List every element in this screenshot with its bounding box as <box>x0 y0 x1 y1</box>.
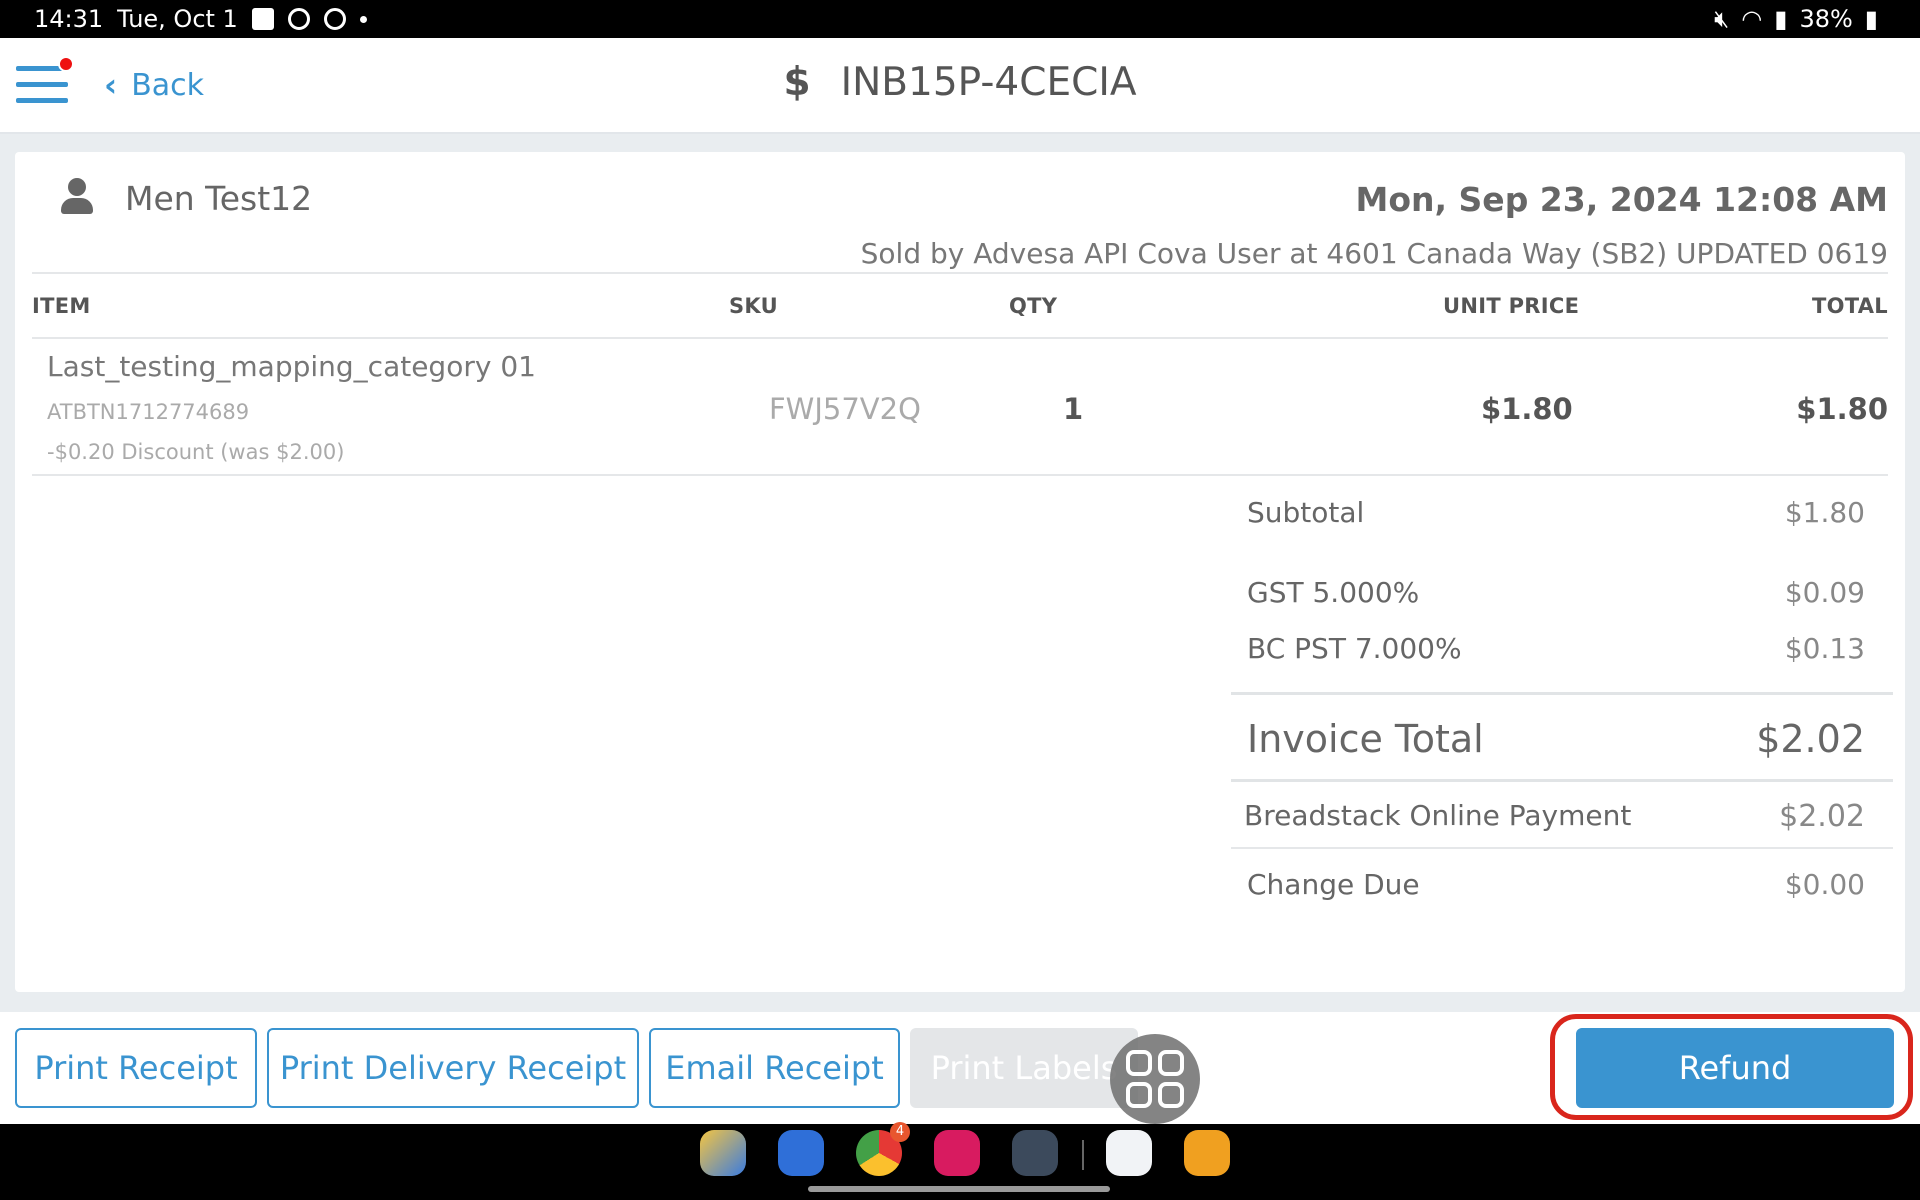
print-labels-button[interactable]: Print Labels <box>910 1028 1138 1108</box>
invoice-number: INB15P-4CECIA <box>840 60 1137 105</box>
subtotal-label: Subtotal <box>1247 496 1365 529</box>
battery-level: 38% <box>1799 5 1853 33</box>
payment-value: $2.02 <box>1779 799 1865 834</box>
column-header-unit-price: UNIT PRICE <box>1443 294 1580 318</box>
print-delivery-receipt-button[interactable]: Print Delivery Receipt <box>267 1028 639 1108</box>
dock-separator <box>1082 1140 1084 1170</box>
invoice-card: Men Test12 Mon, Sep 23, 2024 12:08 AM So… <box>15 152 1905 992</box>
column-header-sku: SKU <box>729 294 778 318</box>
customer-info: Men Test12 <box>61 178 312 218</box>
person-icon <box>61 178 93 218</box>
column-header-total: TOTAL <box>1811 294 1888 318</box>
invoice-total-label: Invoice Total <box>1247 717 1484 761</box>
messages-app-icon[interactable] <box>778 1130 824 1176</box>
change-due-value: $0.00 <box>1784 868 1865 901</box>
gst-label: GST 5.000% <box>1247 576 1420 609</box>
signal-icon: ▮ <box>1774 5 1788 33</box>
item-code: ATBTN1712774689 <box>47 400 250 424</box>
divider <box>32 474 1888 476</box>
item-unit-price: $1.80 <box>1481 392 1573 426</box>
status-time: 14:31 <box>34 5 104 33</box>
subtotal-value: $1.80 <box>1784 496 1865 529</box>
print-receipt-button[interactable]: Print Receipt <box>15 1028 257 1108</box>
battery-icon: ▮ <box>1864 5 1878 33</box>
change-due-label: Change Due <box>1247 868 1420 901</box>
gallery-icon <box>251 8 274 30</box>
item-name: Last_testing_mapping_category 01 <box>47 350 536 383</box>
delivery-app-icon[interactable] <box>1184 1130 1230 1176</box>
item-discount: -$0.20 Discount (was $2.00) <box>47 440 345 464</box>
page-title: $ INB15P-4CECIA <box>0 60 1920 105</box>
home-indicator[interactable] <box>808 1186 1110 1192</box>
item-sku: FWJ57V2Q <box>769 392 921 426</box>
floating-apps-icon[interactable] <box>1110 1034 1200 1124</box>
divider <box>32 272 1888 274</box>
divider <box>1231 692 1893 695</box>
item-qty: 1 <box>1063 392 1084 426</box>
email-receipt-button[interactable]: Email Receipt <box>649 1028 900 1108</box>
dollar-icon: $ <box>783 60 811 105</box>
notification-badge: 4 <box>890 1122 910 1142</box>
app-header: ‹ Back $ INB15P-4CECIA <box>0 38 1920 134</box>
dot-icon <box>359 15 367 23</box>
status-date: Tue, Oct 1 <box>117 5 238 33</box>
camera-app-icon[interactable] <box>934 1130 980 1176</box>
customer-name: Men Test12 <box>125 178 313 218</box>
breadstack-app-icon[interactable] <box>1106 1130 1152 1176</box>
chrome-icon <box>323 8 346 30</box>
divider <box>32 337 1888 339</box>
column-header-qty: QTY <box>1009 294 1058 318</box>
divider <box>1231 847 1893 849</box>
status-bar: 14:31 Tue, Oct 1 🔇︎ ◠ ▮ 38% ▮ <box>0 0 1920 38</box>
sale-date: Mon, Sep 23, 2024 12:08 AM <box>1355 180 1888 219</box>
refund-button[interactable]: Refund <box>1576 1028 1894 1108</box>
action-bar: Print Receipt Print Delivery Receipt Ema… <box>0 1012 1920 1124</box>
sold-by: Sold by Advesa API Cova User at 4601 Can… <box>860 237 1888 270</box>
mute-icon: 🔇︎ <box>1714 5 1730 33</box>
invoice-total-value: $2.02 <box>1756 717 1865 761</box>
pst-label: BC PST 7.000% <box>1247 632 1462 665</box>
chrome-app-icon[interactable]: 4 <box>856 1122 910 1176</box>
gst-value: $0.09 <box>1784 576 1865 609</box>
chrome-icon <box>287 8 310 30</box>
pst-value: $0.13 <box>1784 632 1865 665</box>
column-header-item: ITEM <box>32 294 91 318</box>
app-drawer-icon[interactable] <box>1012 1130 1058 1176</box>
payment-label: Breadstack Online Payment <box>1244 799 1632 832</box>
divider <box>1231 779 1893 782</box>
files-app-icon[interactable] <box>700 1130 746 1176</box>
item-total: $1.80 <box>1796 392 1888 426</box>
wifi-icon: ◠ <box>1741 5 1763 33</box>
